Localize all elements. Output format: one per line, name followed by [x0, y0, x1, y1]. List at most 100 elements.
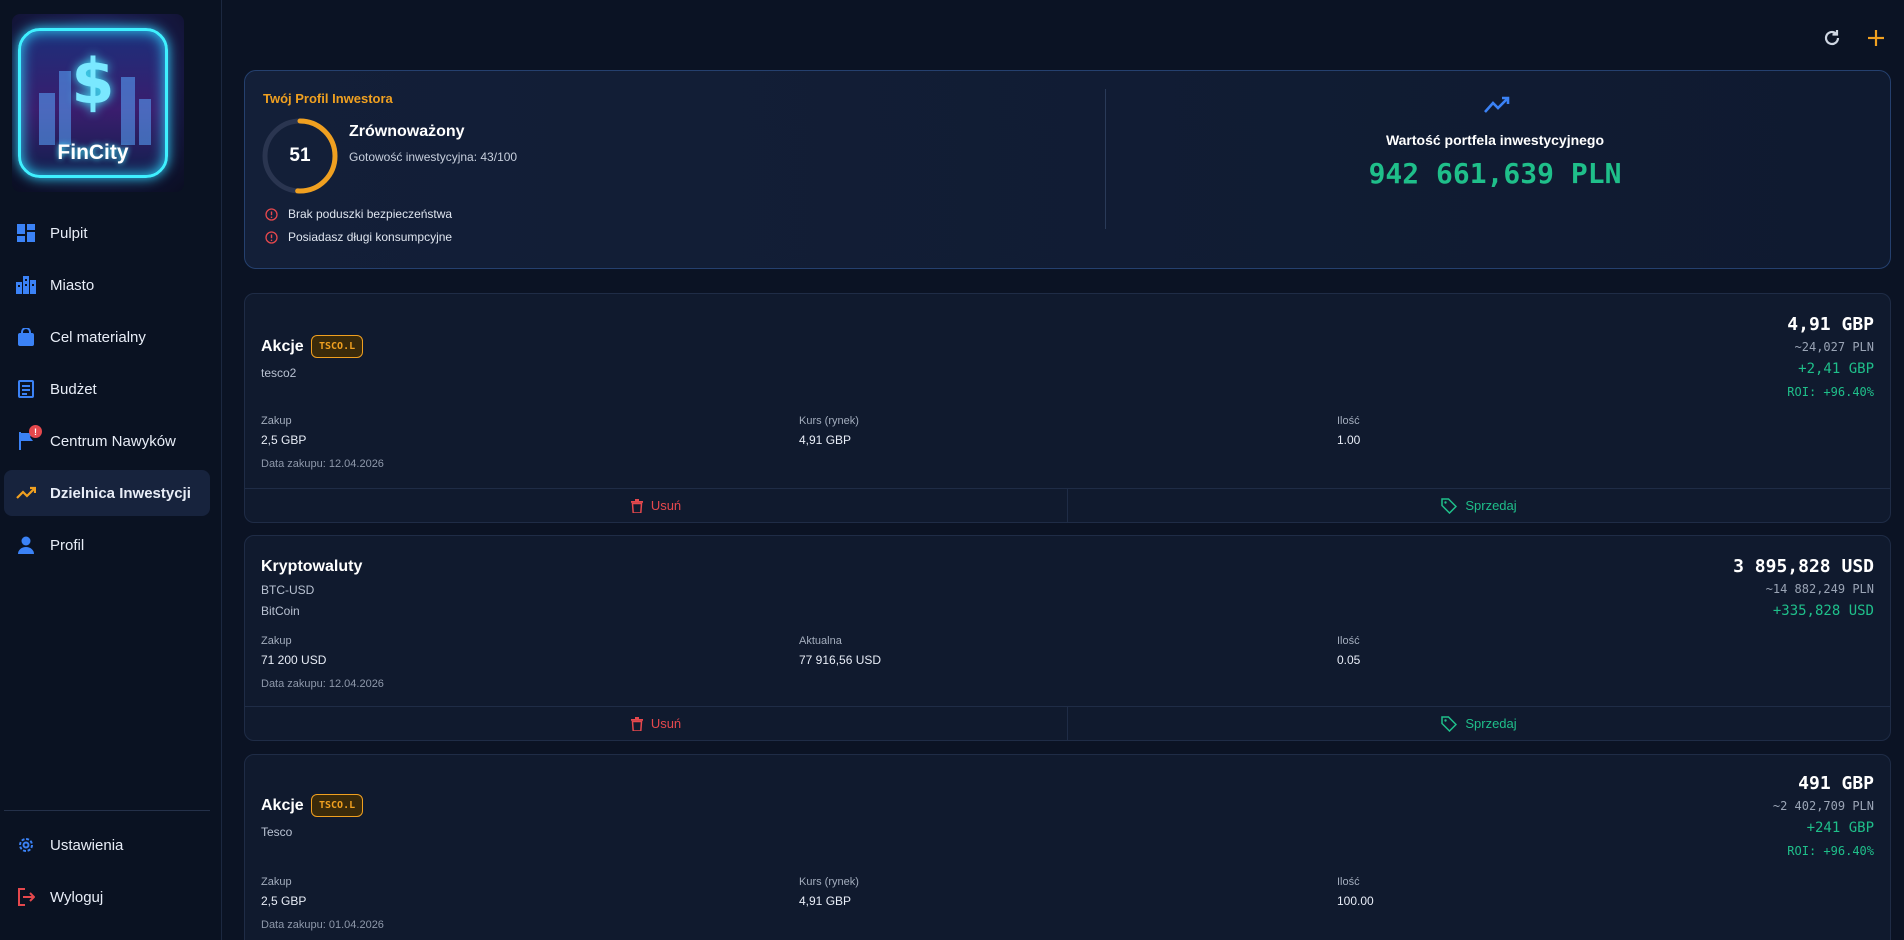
- investment-card: Akcje TSCO.L Tesco 491 GBP ~2 402,709 PL…: [244, 754, 1891, 940]
- card-actions: Usuń Sprzedaj: [245, 706, 1890, 740]
- sell-button[interactable]: Sprzedaj: [1068, 707, 1890, 740]
- current-price-label: Aktualna: [799, 635, 842, 647]
- warning-text: Posiadasz długi konsumpcyjne: [288, 230, 453, 244]
- quantity-value: 0.05: [1337, 653, 1361, 667]
- dollar-icon: $: [71, 45, 115, 118]
- delete-button[interactable]: Usuń: [245, 707, 1068, 740]
- market-rate-label: Kurs (rynek): [799, 876, 859, 888]
- main-nav: Pulpit Miasto Cel materialny Budżet ! Ce…: [4, 210, 210, 574]
- sidebar-item-label: Budżet: [50, 380, 97, 398]
- sell-label: Sprzedaj: [1465, 498, 1517, 513]
- investment-name: Tesco: [261, 825, 293, 839]
- roi-value: ROI: +96.40%: [1787, 844, 1874, 858]
- portfolio-value: 942 661,639 PLN: [1368, 157, 1622, 190]
- sidebar-item-pulpit[interactable]: Pulpit: [4, 210, 210, 256]
- market-rate-value: 4,91 GBP: [799, 894, 852, 908]
- alert-circle-icon: [265, 230, 278, 244]
- market-rate-value: 4,91 GBP: [799, 433, 852, 447]
- tag-icon: [1441, 497, 1458, 514]
- fincity-logo[interactable]: $ FinCity: [12, 14, 184, 192]
- sidebar-item-profil[interactable]: Profil: [4, 522, 210, 568]
- investment-symbol: BTC-USD: [261, 583, 315, 597]
- investment-type: Akcje: [261, 338, 304, 355]
- ticker-badge: TSCO.L: [311, 335, 364, 358]
- logo-frame: $ FinCity: [18, 28, 168, 178]
- profile-title: Twój Profil Inwestora: [263, 91, 393, 106]
- trending-up-icon: [16, 483, 36, 503]
- sidebar-item-label: Profil: [50, 536, 85, 554]
- sell-button[interactable]: Sprzedaj: [1068, 489, 1890, 522]
- value-in-pln: ~24,027 PLN: [1794, 340, 1874, 354]
- market-rate-label: Kurs (rynek): [799, 415, 859, 427]
- sidebar-item-centrum-nawykow[interactable]: ! Centrum Nawyków: [4, 418, 210, 464]
- warning-item: Posiadasz długi konsumpcyjne: [265, 230, 452, 244]
- shopping-bag-icon: [16, 327, 36, 347]
- trash-icon: [630, 716, 643, 731]
- investment-name: BitCoin: [261, 604, 300, 618]
- gain-value: +335,828 USD: [1772, 603, 1874, 619]
- flag-icon: !: [16, 425, 42, 451]
- add-investment-button[interactable]: [1864, 26, 1888, 50]
- warning-text: Brak poduszki bezpieczeństwa: [288, 207, 453, 221]
- investment-type: Akcje: [261, 797, 304, 814]
- purchase-date: Data zakupu: 12.04.2026: [261, 458, 384, 470]
- sidebar-item-miasto[interactable]: Miasto: [4, 262, 210, 308]
- purchase-label: Zakup: [261, 876, 292, 888]
- quantity-value: 100.00: [1337, 894, 1374, 908]
- purchase-value: 2,5 GBP: [261, 894, 307, 908]
- tag-icon: [1441, 715, 1458, 732]
- trash-icon: [630, 498, 643, 513]
- sidebar-item-budzet[interactable]: Budżet: [4, 366, 210, 412]
- ticker-badge: TSCO.L: [311, 794, 364, 817]
- sidebar-item-wyloguj[interactable]: Wyloguj: [4, 874, 210, 920]
- sidebar-item-label: Centrum Nawyków: [50, 432, 176, 450]
- sidebar-item-label: Cel materialny: [50, 328, 146, 346]
- refresh-icon: [1824, 30, 1840, 46]
- delete-button[interactable]: Usuń: [245, 489, 1068, 522]
- investment-type: Kryptowaluty: [261, 558, 363, 575]
- dashboard-icon: [16, 223, 36, 243]
- sidebar-item-ustawienia[interactable]: Ustawienia: [4, 822, 210, 868]
- portfolio-value-label: Wartość portfela inwestycyjnego: [1385, 132, 1605, 148]
- value-in-pln: ~2 402,709 PLN: [1772, 799, 1874, 813]
- card-actions: Usuń Sprzedaj: [245, 488, 1890, 522]
- purchase-date: Data zakupu: 01.04.2026: [261, 919, 384, 931]
- investor-profile-card: Twój Profil Inwestora 51 Zrównoważony Go…: [244, 70, 1891, 269]
- value-in-pln: ~14 882,249 PLN: [1765, 582, 1874, 596]
- logo-text: FinCity: [57, 141, 129, 164]
- gear-icon: [16, 835, 36, 855]
- receipt-icon: [16, 379, 36, 399]
- bottom-nav: Ustawienia Wyloguj: [4, 822, 210, 926]
- city-icon: [16, 275, 36, 295]
- sidebar-item-cel-materialny[interactable]: Cel materialny: [4, 314, 210, 360]
- profile-readiness: Gotowość inwestycyjna: 43/100: [349, 150, 518, 164]
- quantity-label: Ilość: [1337, 635, 1360, 647]
- current-value: 491 GBP: [1798, 773, 1874, 794]
- purchase-value: 2,5 GBP: [261, 433, 307, 447]
- alert-circle-icon: [265, 207, 278, 221]
- investment-card: Kryptowaluty BTC-USD BitCoin 3 895,828 U…: [244, 535, 1891, 741]
- quantity-value: 1.00: [1337, 433, 1361, 447]
- warning-item: Brak poduszki bezpieczeństwa: [265, 207, 452, 221]
- notification-badge: !: [29, 425, 42, 438]
- sidebar-item-label: Pulpit: [50, 224, 88, 242]
- quantity-label: Ilość: [1337, 876, 1360, 888]
- nav-divider: [4, 810, 210, 811]
- person-icon: [16, 535, 36, 555]
- delete-label: Usuń: [650, 498, 682, 513]
- purchase-value: 71 200 USD: [261, 653, 327, 667]
- investment-name: tesco2: [261, 366, 297, 380]
- top-actions: [1820, 26, 1888, 50]
- roi-value: ROI: +96.40%: [1787, 385, 1874, 399]
- refresh-button[interactable]: [1820, 26, 1844, 50]
- profile-divider: [1105, 89, 1106, 229]
- profile-level: Zrównoważony: [349, 123, 465, 140]
- sidebar-item-dzielnica-inwestycji[interactable]: Dzielnica Inwestycji: [4, 470, 210, 516]
- sidebar-item-label: Ustawienia: [50, 836, 124, 854]
- investment-card: Akcje TSCO.L tesco2 4,91 GBP ~24,027 PLN…: [244, 293, 1891, 523]
- profile-score: 51: [289, 145, 311, 166]
- purchase-label: Zakup: [261, 415, 292, 427]
- trending-up-icon: [1483, 95, 1511, 120]
- sidebar-item-label: Dzielnica Inwestycji: [50, 484, 191, 502]
- current-price-value: 77 916,56 USD: [799, 653, 882, 667]
